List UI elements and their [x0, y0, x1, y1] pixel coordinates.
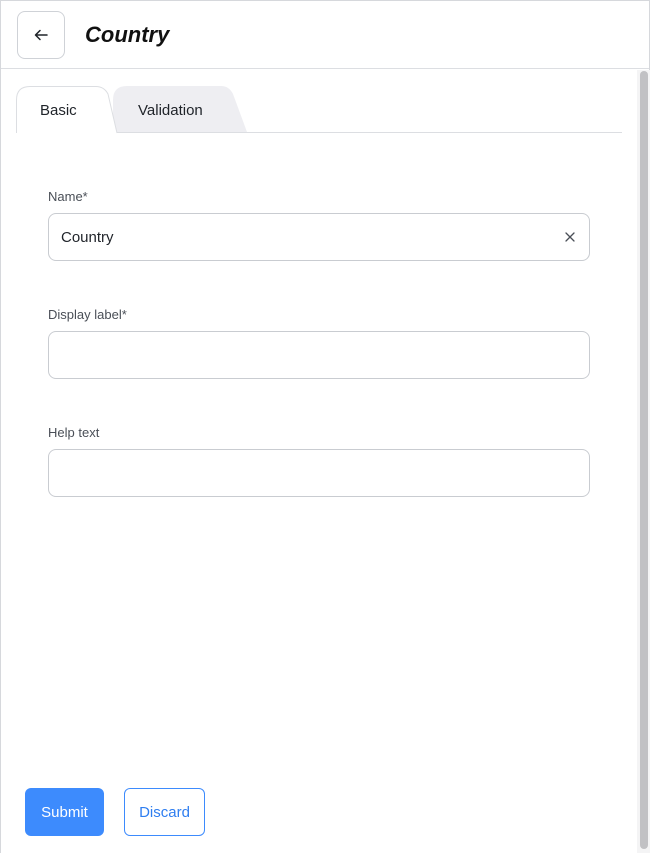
- help-text-field-label: Help text: [48, 425, 100, 440]
- display-label-input[interactable]: [61, 332, 551, 378]
- tab-validation-label: Validation: [138, 102, 203, 119]
- help-text-field[interactable]: [48, 449, 590, 497]
- name-input[interactable]: [61, 214, 551, 260]
- display-label-field-label: Display label*: [48, 307, 127, 322]
- name-field-label: Name*: [48, 189, 88, 204]
- discard-button[interactable]: Discard: [124, 788, 205, 836]
- name-field[interactable]: [48, 213, 590, 261]
- close-icon[interactable]: [563, 230, 577, 244]
- tab-basic[interactable]: Basic: [16, 86, 118, 134]
- submit-button[interactable]: Submit: [25, 788, 104, 836]
- scrollbar-thumb[interactable]: [640, 71, 648, 849]
- arrow-left-icon: [34, 29, 48, 41]
- back-button[interactable]: [17, 11, 65, 59]
- header-bar: Country: [1, 1, 649, 69]
- tab-validation[interactable]: Validation: [113, 86, 249, 133]
- tab-basic-label: Basic: [40, 102, 77, 119]
- dialog-frame: Country Validation Basic Name* Display l…: [0, 0, 650, 853]
- page-title: Country: [85, 22, 170, 47]
- display-label-field[interactable]: [48, 331, 590, 379]
- help-text-input[interactable]: [61, 450, 551, 496]
